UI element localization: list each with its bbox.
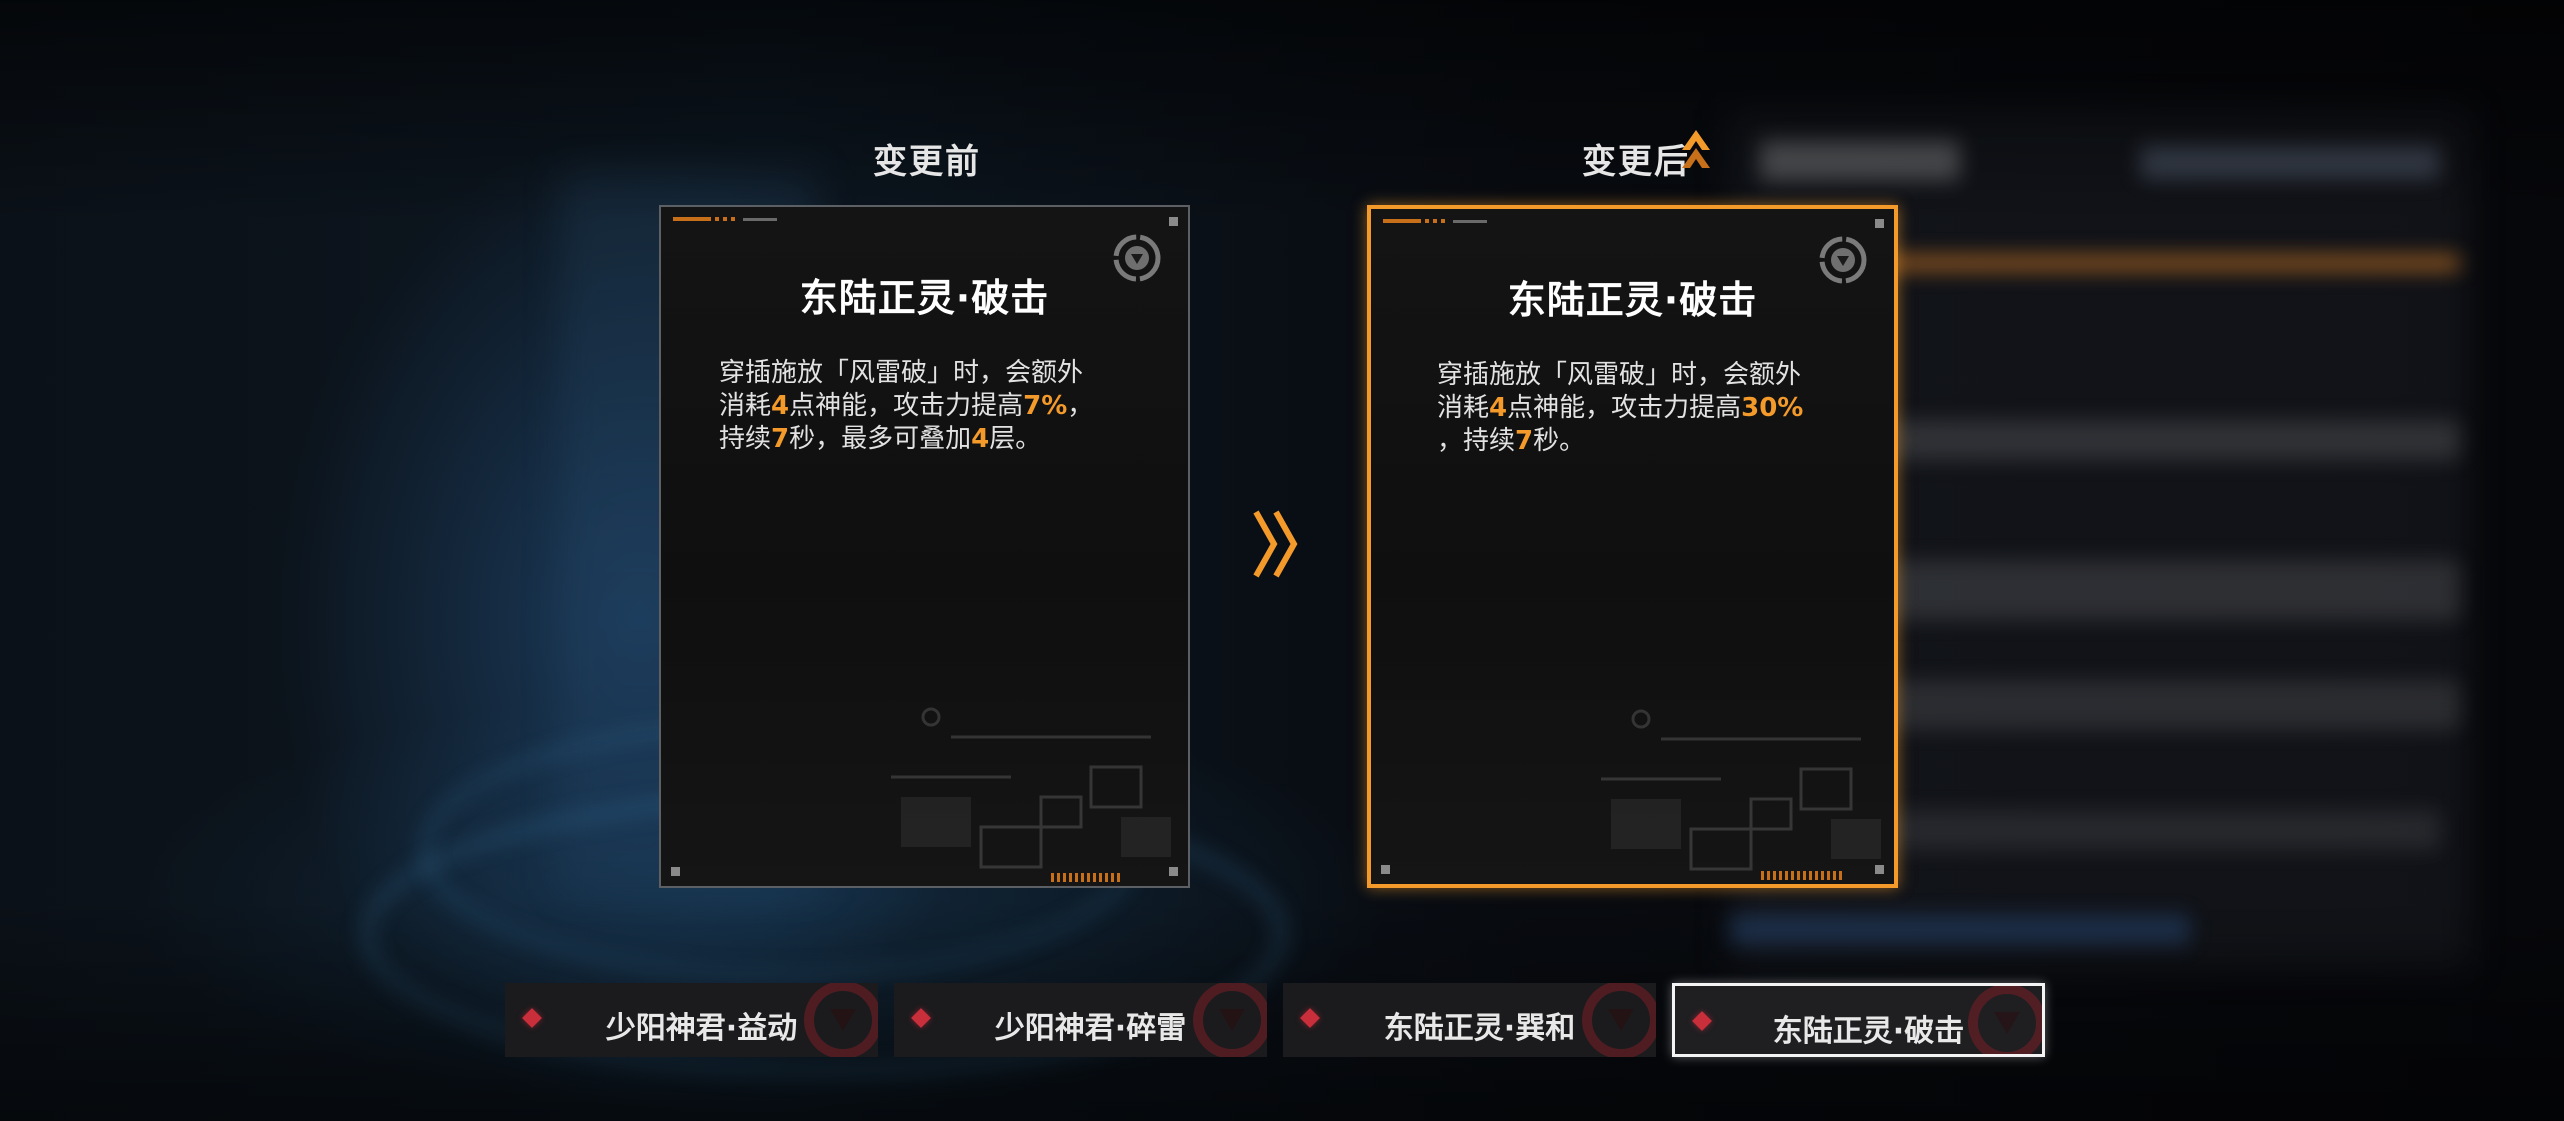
skill-tab[interactable]: 少阳神君·碎雷: [894, 983, 1267, 1057]
double-chevron-right-icon: [1253, 510, 1298, 578]
corner-mark: [671, 867, 680, 876]
card-ticks: [1761, 871, 1842, 880]
emblem-icon: [1582, 983, 1656, 1057]
before-card: 东陆正灵·破击 穿插施放「风雷破」时，会额外 消耗4点神能，攻击力提高7%， 持…: [659, 205, 1190, 888]
after-card: 东陆正灵·破击 穿插施放「风雷破」时，会额外 消耗4点神能，攻击力提高30% ，…: [1367, 205, 1898, 888]
circuit-decoration: [1601, 709, 1881, 871]
before-heading: 变更前: [873, 142, 981, 182]
card-title: 东陆正灵·破击: [799, 276, 1050, 320]
emblem-icon: [1193, 983, 1267, 1057]
emblem-icon: [804, 983, 878, 1057]
card-topline: [673, 217, 777, 221]
corner-mark: [1381, 865, 1390, 874]
corner-mark: [1875, 219, 1884, 228]
skill-tab-active[interactable]: 东陆正灵·破击: [1672, 983, 2045, 1057]
skill-tab[interactable]: 东陆正灵·巽和: [1283, 983, 1656, 1057]
emblem-icon: [1968, 986, 2042, 1054]
skill-tab[interactable]: 少阳神君·益动: [505, 983, 878, 1057]
skill-tab-bar: 少阳神君·益动 少阳神君·碎雷 东陆正灵·巽和 东陆正灵·破击: [505, 983, 2045, 1057]
after-heading: 变更后: [1582, 142, 1690, 182]
card-topline: [1383, 219, 1487, 223]
circuit-decoration: [891, 707, 1171, 869]
corner-mark: [1169, 217, 1178, 226]
card-description: 穿插施放「风雷破」时，会额外 消耗4点神能，攻击力提高30% ，持续7秒。: [1437, 360, 1804, 456]
chevron-up-icon: [1682, 130, 1710, 168]
card-ticks: [1051, 873, 1120, 882]
card-description: 穿插施放「风雷破」时，会额外 消耗4点神能，攻击力提高7%， 持续7秒，最多可叠…: [719, 358, 1094, 454]
card-title: 东陆正灵·破击: [1507, 278, 1758, 322]
